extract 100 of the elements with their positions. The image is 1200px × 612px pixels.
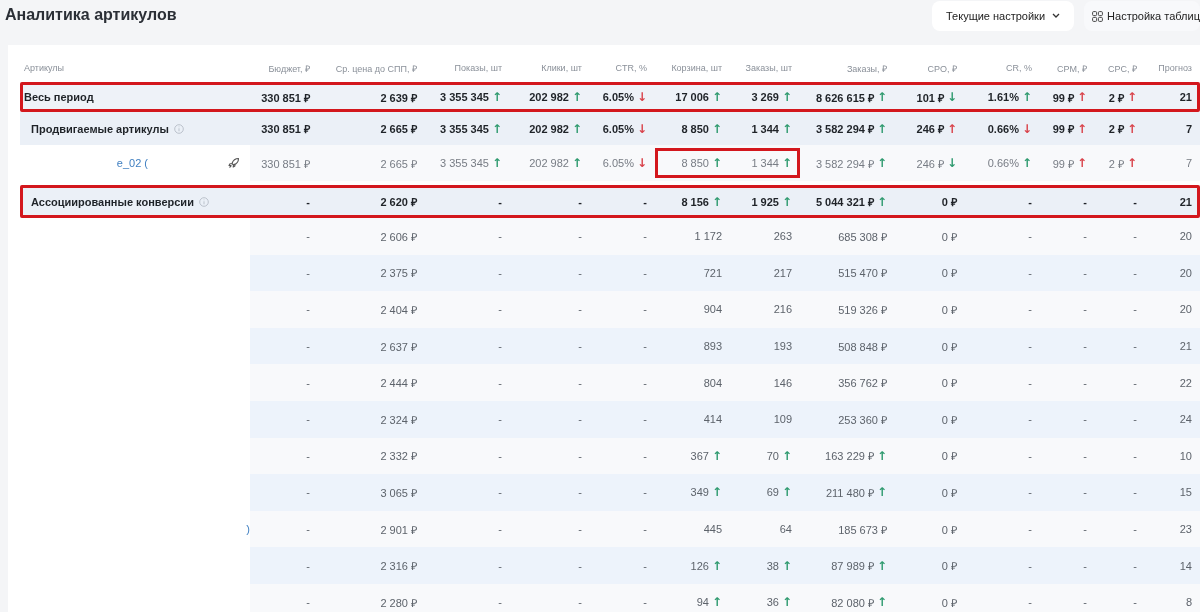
table-cell-text: - [497,558,503,574]
grid-icon [1092,10,1104,22]
table-cell-text: - [497,485,503,501]
table-cell-text: 2 324 ₽ [379,412,418,428]
table-cell-text: - [642,265,648,281]
table-cell-text: - [305,339,311,355]
trend-arrow: ↑ [876,90,887,104]
trend-arrow: ↑ [1076,156,1087,170]
table-cell-text: 101 ₽ ↓ [915,89,958,106]
trend-arrow: ↑ [1126,156,1137,170]
table-cell-text: 202 982 ↑ [528,89,583,106]
table-cell-text: 17 006 ↑ [674,89,723,106]
column-header: CPM, ₽ [1056,62,1088,76]
trend-arrow: ↑ [711,448,722,463]
table-cell-text: 69 ↑ [765,484,793,502]
table-cell-text: 36 ↑ [765,594,793,612]
trend-arrow: ↑ [876,448,887,463]
table-cell-text: - [577,412,583,428]
table-cell-text: - [1132,558,1138,574]
column-header: CTR, % [614,62,648,75]
table-cell-text: - [577,265,583,281]
trend-arrow: ↑ [781,121,792,136]
table-cell-text: - [642,229,648,245]
trend-arrow: ↑ [876,156,887,170]
column-header: Артикулы [23,62,66,75]
trend-arrow: ↑ [781,558,792,573]
table-cell-text: - [305,194,311,210]
product-link[interactable]: ) [246,523,250,536]
table-cell-text: 20 [1178,229,1193,245]
table-cell-text: 38 ↑ [765,557,793,575]
table-cell-text: - [1027,375,1033,391]
table-cell-text: - [497,375,503,391]
column-header: Клики, шт [540,62,583,75]
table-cell-text: 246 ₽ ↓ [915,155,958,172]
trend-arrow: ↑ [1076,121,1087,136]
table-cell-text: - [1027,265,1033,281]
table-cell-text: - [577,522,583,538]
table-settings-button[interactable]: Настройка таблиц [1084,1,1200,31]
table-cell-text: - [1132,375,1138,391]
trend-arrow: ↓ [636,156,647,170]
table-cell-text: - [1082,448,1088,464]
info-icon [173,123,184,134]
trend-arrow: ↑ [876,558,887,573]
product-link[interactable]: e_02 ( [116,157,148,169]
table-cell-text: 23 [1178,522,1193,538]
trend-arrow: ↑ [711,90,722,104]
trend-arrow: ↑ [491,90,502,104]
preset-dropdown[interactable]: Текущие настройки [932,1,1075,31]
table-cell-text: 6.05% ↓ [601,155,648,172]
table-cell-text: 253 360 ₽ [837,412,888,428]
row-label: Продвигаемые артикулы [31,122,169,135]
column-header: Заказы, шт [744,62,793,75]
trend-arrow: ↑ [491,121,502,136]
trend-arrow: ↑ [711,121,722,136]
table-cell-text: 2 665 ₽ [379,156,418,172]
table-cell-text: - [497,595,503,611]
trend-arrow: ↑ [491,156,502,170]
table-cell-text: - [1082,302,1088,318]
table-cell-text: - [1132,448,1138,464]
table-cell-text: 87 989 ₽ ↑ [830,557,888,575]
trend-arrow: ↑ [711,485,722,500]
table-cell-text: 163 229 ₽ ↑ [824,447,888,465]
table-cell-text: 0 ₽ [940,266,958,282]
table-cell-text: - [577,339,583,355]
table-cell-text: - [305,485,311,501]
table-cell-text: - [1082,265,1088,281]
row-label: Весь период [24,91,94,103]
table-cell-text: - [497,339,503,355]
table-cell-text: 14 [1178,558,1193,574]
table-cell-text: 0 ₽ [940,595,958,611]
chevron-down-icon [1052,13,1061,19]
table-cell-text: - [305,412,311,428]
table-cell: 1 344 ↑ [730,148,800,178]
table-cell-text: 2 280 ₽ [379,595,418,611]
row-label: Ассоциированные конверсии [31,195,194,208]
table-cell-text: 2 444 ₽ [379,376,418,392]
table-cell-text: - [1027,448,1033,464]
table-cell-text: - [1027,522,1033,538]
table-cell-text: - [642,448,648,464]
table-cell-text: 1 925 ↑ [750,193,793,211]
table-cell-text: 1.61% ↑ [986,89,1033,106]
table-cell-text: - [305,448,311,464]
table-cell-text: 126 ↑ [689,557,723,575]
table-cell-text: 3 355 345 ↑ [439,120,503,138]
table-cell-text: - [305,522,311,538]
table-cell-text: 904 [702,302,723,318]
table-cell-text: 414 [702,412,723,428]
table-cell-text: 146 [772,375,793,391]
table-cell-text: 8 [1184,595,1193,611]
table-cell-text: 3 355 345 ↑ [439,89,503,106]
table-cell-text: - [1082,558,1088,574]
table-cell-text: - [642,522,648,538]
table-cell-text: - [577,229,583,245]
table-cell-text: 519 326 ₽ [837,303,888,318]
trend-arrow: ↑ [711,156,722,170]
table-cell-text: 1 172 [693,229,723,245]
table-cell-text: - [1082,194,1088,210]
table-cell-text: 2 620 ₽ [379,195,418,210]
table-cell-text: 508 848 ₽ [837,339,888,355]
table-cell-text: - [497,302,503,318]
